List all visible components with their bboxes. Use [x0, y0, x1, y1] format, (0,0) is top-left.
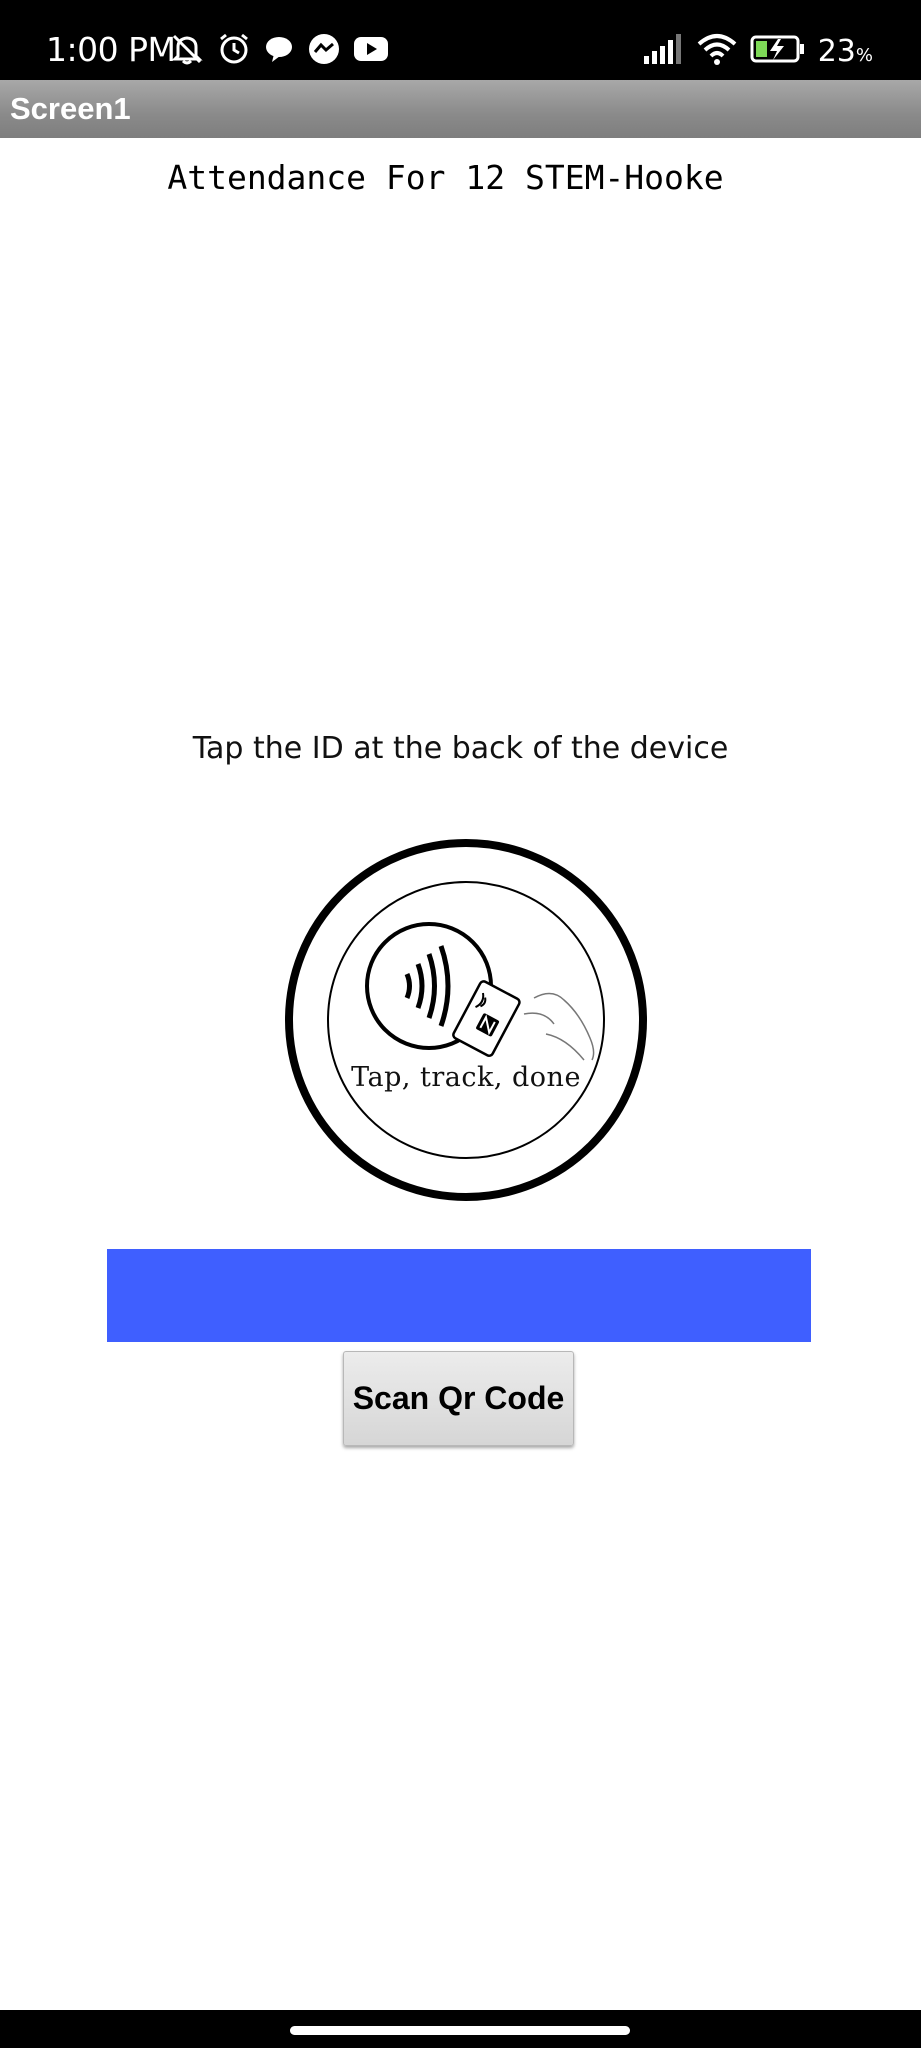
- alarm-icon: [216, 31, 252, 72]
- app-title: Screen1: [10, 91, 131, 126]
- chat-icon: [262, 32, 296, 71]
- home-indicator[interactable]: [290, 2026, 630, 2035]
- battery-charging-icon: [750, 34, 806, 69]
- mute-icon: [168, 30, 206, 73]
- navigation-bar: [0, 2010, 921, 2048]
- status-left-icons: [168, 31, 390, 71]
- signal-icon: [642, 32, 684, 71]
- status-right-icons: 23%: [642, 31, 873, 71]
- nfc-tap-logo: Tap, track, done: [284, 838, 648, 1202]
- status-banner: [107, 1249, 811, 1342]
- youtube-icon: [352, 33, 390, 70]
- status-time: 1:00 PM: [46, 30, 176, 69]
- page-heading: Attendance For 12 STEM-Hooke: [167, 158, 724, 197]
- messenger-icon: [306, 31, 342, 72]
- logo-caption: Tap, track, done: [351, 1062, 581, 1093]
- wifi-icon: [696, 32, 738, 71]
- instruction-text: Tap the ID at the back of the device: [192, 731, 729, 766]
- app-title-bar: Screen1: [0, 80, 921, 138]
- battery-percent: 23%: [817, 33, 873, 69]
- scan-qr-code-button[interactable]: Scan Qr Code: [343, 1351, 574, 1446]
- status-bar: 1:00 PM 23%: [0, 0, 921, 80]
